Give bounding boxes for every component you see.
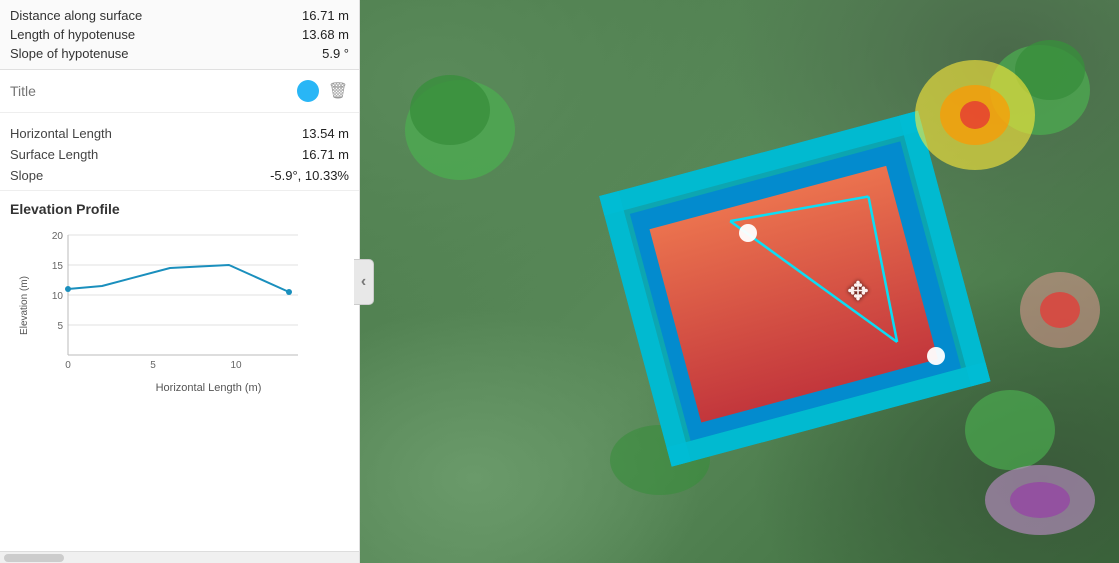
summary-section: Distance along surface 16.71 m Length of…	[0, 0, 359, 70]
summary-value-2: 5.9 °	[322, 46, 349, 61]
scroll-thumb	[4, 554, 64, 562]
svg-text:5: 5	[150, 360, 156, 371]
trash-icon[interactable]: 🗑	[327, 80, 349, 102]
elevation-chart-svg: 20 15 10 5 0 5 10	[38, 225, 308, 380]
profile-section: Elevation Profile Elevation (m)	[0, 191, 359, 551]
title-section: 🗑	[0, 70, 359, 113]
summary-row-2: Slope of hypotenuse 5.9 °	[10, 44, 349, 63]
details-label-1: Surface Length	[10, 147, 98, 162]
details-section: Horizontal Length 13.54 m Surface Length…	[0, 113, 359, 191]
summary-value-0: 16.71 m	[302, 8, 349, 23]
measure-point-1	[739, 224, 757, 242]
profile-title: Elevation Profile	[10, 201, 349, 217]
y-axis-label: Elevation (m)	[19, 276, 30, 335]
collapse-panel-button[interactable]: ‹	[354, 259, 374, 305]
summary-value-1: 13.68 m	[302, 27, 349, 42]
elevation-line	[68, 265, 289, 292]
map-panel[interactable]: ✥	[360, 0, 1119, 563]
svg-text:20: 20	[52, 231, 64, 242]
summary-label-0: Distance along surface	[10, 8, 142, 23]
details-row-1: Surface Length 16.71 m	[10, 144, 349, 165]
details-label-0: Horizontal Length	[10, 126, 112, 141]
x-axis-label: Horizontal Length (m)	[68, 382, 349, 394]
details-row-0: Horizontal Length 13.54 m	[10, 123, 349, 144]
color-circle[interactable]	[297, 80, 319, 102]
svg-text:0: 0	[65, 360, 71, 371]
summary-label-1: Length of hypotenuse	[10, 27, 135, 42]
left-panel: Distance along surface 16.71 m Length of…	[0, 0, 360, 563]
summary-row-0: Distance along surface 16.71 m	[10, 6, 349, 25]
svg-text:5: 5	[57, 321, 63, 332]
title-input[interactable]	[10, 83, 289, 99]
svg-text:10: 10	[52, 291, 64, 302]
summary-row-1: Length of hypotenuse 13.68 m	[10, 25, 349, 44]
svg-text:10: 10	[230, 360, 242, 371]
details-value-1: 16.71 m	[302, 147, 349, 162]
details-value-2: -5.9°, 10.33%	[270, 168, 349, 183]
measure-point-2	[927, 347, 945, 365]
chart-dot-0	[65, 286, 71, 292]
scroll-bar[interactable]	[0, 551, 359, 563]
svg-text:✥: ✥	[847, 276, 869, 306]
summary-label-2: Slope of hypotenuse	[10, 46, 129, 61]
heatmap-overlay: ✥	[360, 0, 1119, 563]
chart-dot-1	[286, 289, 292, 295]
details-value-0: 13.54 m	[302, 126, 349, 141]
details-row-2: Slope -5.9°, 10.33%	[10, 165, 349, 186]
svg-text:15: 15	[52, 261, 64, 272]
details-label-2: Slope	[10, 168, 43, 183]
